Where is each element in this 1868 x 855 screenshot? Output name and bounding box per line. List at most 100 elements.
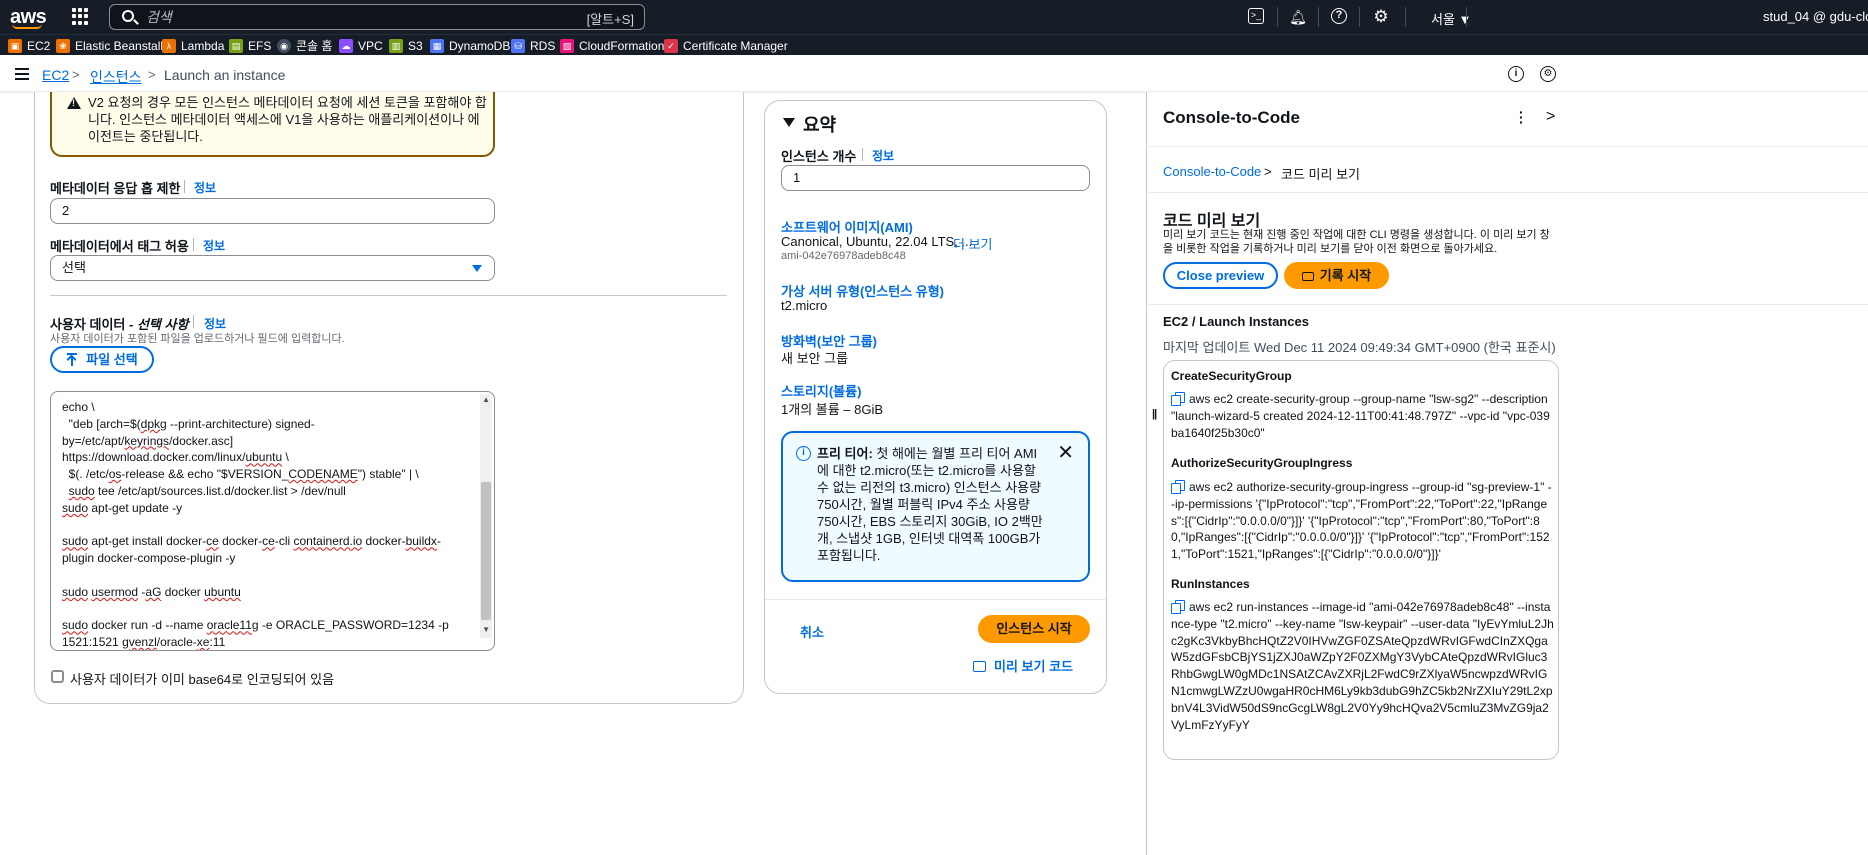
hop-limit-info-link[interactable]: 정보 — [194, 179, 216, 196]
efs-service-icon: ▤ — [229, 38, 243, 53]
close-icon[interactable]: ✕ — [1057, 443, 1074, 463]
info-icon[interactable]: i — [1508, 66, 1524, 82]
fav-dynamodb[interactable]: ▦ DynamoDB — [430, 38, 510, 53]
divider — [1146, 192, 1868, 193]
copy-icon[interactable] — [1171, 392, 1185, 406]
ami-id: ami-042e76978adeb8c48 — [781, 250, 906, 262]
chevron-right-icon: > — [148, 67, 156, 82]
fav-lambda[interactable]: λ Lambda — [162, 38, 224, 53]
preview-code-button[interactable]: 미리 보기 코드 — [973, 656, 1073, 675]
search-shortcut: [알트+S] — [586, 12, 634, 27]
command-code: aws ec2 run-instances --image-id "ami-04… — [1171, 600, 1554, 732]
last-updated-text: 마지막 업데이트 Wed Dec 11 2024 09:49:34 GMT+09… — [1163, 340, 1556, 355]
fav-certificate-manager[interactable]: ✓ Certificate Manager — [664, 38, 788, 53]
chevron-right-icon: > — [1264, 164, 1272, 179]
console-home-icon: ◉ — [277, 38, 291, 53]
instance-count-input[interactable]: 1 — [781, 165, 1090, 191]
choose-file-button[interactable]: 파일 선택 — [50, 346, 154, 373]
help-icon[interactable]: ? — [1331, 8, 1347, 24]
ami-more-link[interactable]: 더 보기 — [953, 234, 993, 253]
scroll-down-icon[interactable]: ▼ — [482, 625, 490, 634]
scrollbar-thumb[interactable] — [481, 482, 491, 620]
tag-access-select[interactable]: 선택 — [50, 255, 495, 281]
more-options-icon[interactable]: · · · — [1519, 105, 1524, 129]
user-data-textarea[interactable]: echo \ "deb [arch=$(dpkg --print-archite… — [50, 391, 495, 651]
video-icon — [1301, 272, 1314, 281]
lambda-service-icon: λ — [162, 38, 176, 53]
ec2-launch-section-title: EC2 / Launch Instances — [1163, 314, 1309, 329]
caret-down-icon[interactable] — [783, 118, 795, 127]
command-title: RunInstances — [1171, 577, 1250, 591]
search-input[interactable] — [146, 8, 526, 26]
tag-access-select-value: 선택 — [62, 260, 86, 275]
fav-efs[interactable]: ▤ EFS — [229, 38, 271, 53]
breadcrumb-bar: EC2 > 인스턴스 > Launch an instance i ⚙ — [0, 56, 1868, 92]
beanstalk-service-icon: ❀ — [56, 38, 70, 53]
fav-ec2[interactable]: ▣ EC2 — [8, 38, 50, 53]
hop-limit-input[interactable]: 2 — [50, 198, 495, 224]
instance-count-info-link[interactable]: 정보 — [872, 147, 894, 164]
fav-console-home[interactable]: ◉ 콘솔 홈 — [277, 38, 332, 53]
code-preview-description: 미리 보기 코드는 현재 진행 중인 작업에 대한 CLI 명령을 생성합니다.… — [1163, 229, 1550, 255]
command-title: AuthorizeSecurityGroupIngress — [1171, 456, 1353, 470]
base64-checkbox[interactable] — [51, 670, 64, 683]
divider — [765, 599, 1106, 600]
fav-rds[interactable]: ⛁ RDS — [511, 38, 555, 53]
instance-count-label: 인스턴스 개수 — [781, 149, 857, 164]
c2c-breadcrumb-current: 코드 미리 보기 — [1281, 167, 1360, 182]
fav-cloudformation[interactable]: ▧ CloudFormation — [560, 38, 664, 53]
storage-value: 1개의 볼륨 – 8GiB — [781, 402, 884, 417]
favorites-bar: ▣ EC2 ❀ Elastic Beanstalk λ Lambda ▤ EFS ◉ 콘솔… — [0, 34, 1868, 55]
scroll-up-icon[interactable]: ▲ — [482, 395, 490, 404]
breadcrumb-ec2[interactable]: EC2 — [42, 67, 69, 83]
divider — [1146, 146, 1868, 147]
fav-elastic-beanstalk[interactable]: ❀ Elastic Beanstalk — [56, 38, 166, 53]
breadcrumb-current: Launch an instance — [164, 67, 286, 83]
tag-access-label: 메타데이터에서 태그 허용 — [50, 239, 189, 254]
chevron-right-icon: > — [72, 67, 80, 82]
fav-s3[interactable]: ▥ S3 — [389, 38, 423, 53]
certificate-manager-icon: ✓ — [664, 38, 678, 53]
cloudshell-icon[interactable]: >_ — [1248, 8, 1264, 24]
user-data-description: 사용자 데이터가 포함된 파일을 업로드하거나 필드에 입력합니다. — [50, 333, 345, 345]
resize-handle[interactable]: || — [1152, 408, 1157, 420]
aws-logo[interactable]: aws — [10, 6, 47, 29]
grid-icon[interactable] — [72, 8, 89, 25]
cloudformation-service-icon: ▧ — [560, 38, 574, 53]
rds-service-icon: ⛁ — [511, 38, 525, 53]
chevron-right-icon[interactable]: > — [1546, 108, 1555, 126]
launch-instance-button[interactable]: 인스턴스 시작 — [978, 615, 1090, 643]
account-menu[interactable]: stud_04 @ gdu-clo — [1763, 9, 1868, 24]
gear-icon[interactable]: ⚙ — [1372, 8, 1390, 26]
start-recording-button[interactable]: 기록 시작 — [1284, 262, 1389, 289]
summary-title: 요약 — [803, 115, 837, 135]
console-to-code-title: Console-to-Code — [1163, 108, 1300, 127]
divider — [1146, 304, 1868, 305]
warning-alert: V2 요청의 경우 모든 인스턴스 메타데이터 요청에 세션 토큰을 포함해야 … — [50, 92, 495, 157]
hop-limit-label: 메타데이터 응답 홉 제한 — [50, 181, 181, 196]
free-tier-alert: i 프리 티어: 첫 해에는 월별 프리 티어 AMI에 대한 t2.micro… — [781, 431, 1090, 582]
firewall-value: 새 보안 그룹 — [781, 351, 849, 366]
cancel-button[interactable]: 취소 — [800, 622, 824, 641]
bell-icon[interactable]: 🔔︎ — [1289, 8, 1307, 26]
close-preview-button[interactable]: Close preview — [1163, 262, 1278, 289]
caret-down-icon — [472, 265, 482, 272]
ec2-service-icon: ▣ — [8, 38, 22, 53]
settings-icon[interactable]: ⚙ — [1540, 66, 1556, 82]
user-data-text: echo \ "deb [arch=$(dpkg --print-archite… — [62, 400, 449, 650]
command-title: CreateSecurityGroup — [1171, 369, 1292, 383]
breadcrumb-instances[interactable]: 인스턴스 — [90, 67, 142, 87]
tag-access-info-link[interactable]: 정보 — [203, 237, 225, 254]
s3-service-icon: ▥ — [389, 38, 403, 53]
fav-vpc[interactable]: ☁ VPC — [339, 38, 383, 53]
menu-icon[interactable] — [15, 68, 29, 80]
code-preview-icon — [973, 661, 986, 672]
storage-link[interactable]: 스토리지(볼륨) — [781, 381, 861, 400]
copy-icon[interactable] — [1171, 600, 1185, 614]
instance-type-value: t2.micro — [781, 298, 828, 313]
c2c-breadcrumb-link[interactable]: Console-to-Code — [1163, 164, 1261, 179]
divider — [50, 295, 727, 296]
copy-icon[interactable] — [1171, 480, 1185, 494]
vpc-service-icon: ☁ — [339, 38, 353, 53]
search-box[interactable]: [알트+S] — [109, 4, 645, 30]
